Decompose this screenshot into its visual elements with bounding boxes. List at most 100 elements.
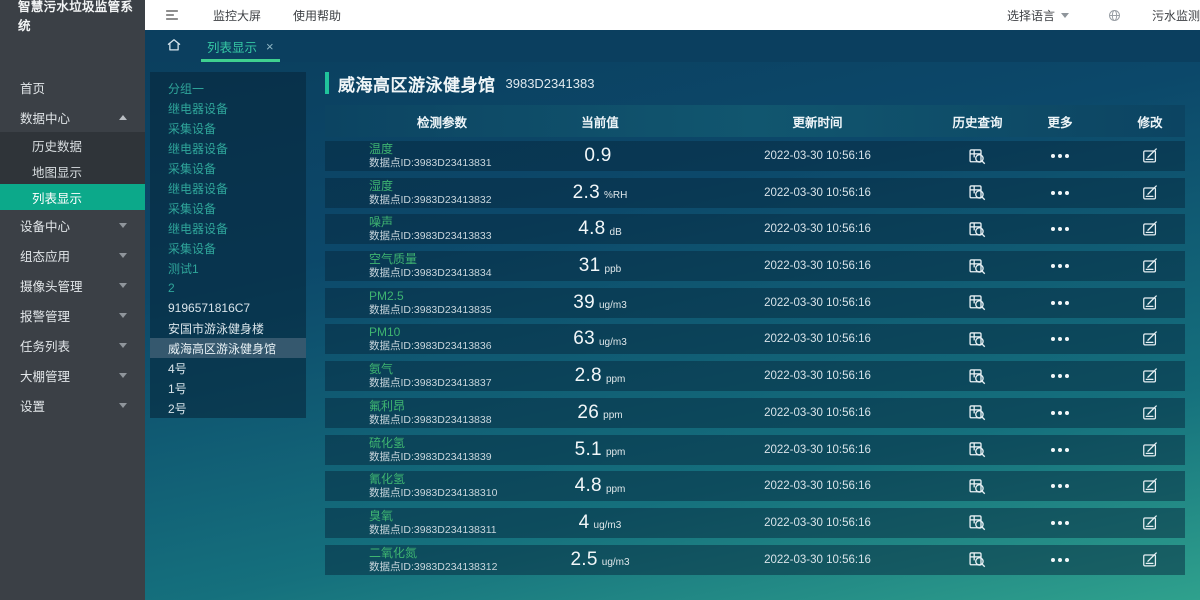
more-button[interactable] (1049, 519, 1071, 527)
collapse-menu-icon[interactable] (163, 7, 181, 23)
device-list-item[interactable]: 采集设备 (150, 238, 306, 258)
sidebar-subitem[interactable]: 历史数据 (0, 132, 145, 158)
history-query-button[interactable] (965, 217, 990, 242)
edit-button[interactable] (1138, 254, 1162, 278)
device-list-item[interactable]: 采集设备 (150, 198, 306, 218)
more-button[interactable] (1049, 482, 1071, 490)
sidebar-subitem[interactable]: 地图显示 (0, 158, 145, 184)
edit-button[interactable] (1138, 548, 1162, 572)
user-account-label[interactable]: 污水监测 (1152, 7, 1200, 24)
history-search-icon (967, 146, 988, 167)
history-query-button[interactable] (965, 180, 990, 205)
more-button[interactable] (1049, 335, 1071, 343)
edit-button[interactable] (1138, 364, 1162, 388)
device-list-item[interactable]: 采集设备 (150, 118, 306, 138)
history-query-button[interactable] (965, 400, 990, 425)
more-button[interactable] (1049, 262, 1071, 270)
current-value: 2.3 %RH (515, 178, 685, 208)
edit-icon (1140, 403, 1160, 423)
history-query-button[interactable] (965, 364, 990, 389)
edit-button[interactable] (1138, 144, 1162, 168)
edit-icon (1140, 513, 1160, 533)
device-list-item[interactable]: 9196571816C7 (150, 298, 306, 318)
column-header-parameter: 检测参数 (325, 105, 515, 137)
sidebar-item[interactable]: 设置 (0, 390, 145, 420)
more-button[interactable] (1049, 225, 1071, 233)
device-list-item[interactable]: 4号 (150, 358, 306, 378)
edit-button[interactable] (1138, 327, 1162, 351)
more-button[interactable] (1049, 446, 1071, 454)
station-code: 3983D2341383 (506, 76, 595, 91)
device-list-item[interactable]: 继电器设备 (150, 98, 306, 118)
edit-button[interactable] (1138, 291, 1162, 315)
param-name: 臭氧 (369, 510, 393, 523)
more-button[interactable] (1049, 409, 1071, 417)
device-list-item[interactable]: 采集设备 (150, 158, 306, 178)
history-query-button[interactable] (965, 254, 990, 279)
table-row: 臭氧 数据点ID:3983D234138311 4 ug/m3 2022-03-… (325, 508, 1185, 538)
device-list-item[interactable]: 2号 (150, 398, 306, 418)
home-icon[interactable] (165, 36, 183, 54)
more-button[interactable] (1049, 299, 1071, 307)
device-list-item[interactable]: 继电器设备 (150, 218, 306, 238)
device-list-item[interactable]: 1号 (150, 378, 306, 398)
table-row: 二氧化氮 数据点ID:3983D234138312 2.5 ug/m3 2022… (325, 545, 1185, 575)
device-list-item[interactable]: 继电器设备 (150, 138, 306, 158)
history-query-button[interactable] (965, 144, 990, 169)
edit-button[interactable] (1138, 401, 1162, 425)
more-button[interactable] (1049, 189, 1071, 197)
edit-button[interactable] (1138, 217, 1162, 241)
device-list-item[interactable]: 测试1 (150, 258, 306, 278)
history-query-button[interactable] (965, 474, 990, 499)
edit-button[interactable] (1138, 511, 1162, 535)
sidebar-item[interactable]: 报警管理 (0, 300, 145, 330)
table-row: PM2.5 数据点ID:3983D23413835 39 ug/m3 2022-… (325, 288, 1185, 318)
sidebar-item[interactable]: 设备中心 (0, 210, 145, 240)
column-header-modify: 修改 (1115, 105, 1185, 137)
sidebar-item[interactable]: 首页 (0, 72, 145, 102)
device-list-item[interactable]: 分组一 (150, 78, 306, 98)
more-button[interactable] (1049, 556, 1071, 564)
sidebar-item[interactable]: 任务列表 (0, 330, 145, 360)
more-button[interactable] (1049, 152, 1071, 160)
edit-button[interactable] (1138, 474, 1162, 498)
topbar-link-help[interactable]: 使用帮助 (293, 7, 341, 24)
value-unit: ug/m3 (599, 337, 627, 348)
edit-button[interactable] (1138, 438, 1162, 462)
history-query-button[interactable] (965, 437, 990, 462)
param-name: 氟利昂 (369, 400, 405, 413)
history-query-button[interactable] (965, 510, 990, 535)
current-value: 4.8 dB (515, 214, 685, 244)
history-query-button[interactable] (965, 547, 990, 572)
device-list-item[interactable]: 安国市游泳健身楼 (150, 318, 306, 338)
param-name: 空气质量 (369, 253, 417, 266)
tab-list-display[interactable]: 列表显示 × (193, 30, 288, 62)
sidebar-item[interactable]: 大棚管理 (0, 360, 145, 390)
sidebar-item-label: 任务列表 (20, 336, 119, 355)
param-point-id: 数据点ID:3983D23413837 (369, 377, 492, 389)
history-query-button[interactable] (965, 327, 990, 352)
value-unit: ppm (606, 374, 625, 385)
history-query-button[interactable] (965, 290, 990, 315)
sidebar-item[interactable]: 数据中心 (0, 102, 145, 132)
history-search-icon (967, 256, 988, 277)
globe-icon[interactable] (1107, 8, 1122, 23)
more-dots-icon (1051, 301, 1069, 305)
more-button[interactable] (1049, 372, 1071, 380)
close-icon[interactable]: × (266, 40, 274, 53)
edit-button[interactable] (1138, 181, 1162, 205)
device-list-item[interactable]: 继电器设备 (150, 178, 306, 198)
device-group-panel: 分组一继电器设备采集设备继电器设备采集设备继电器设备采集设备继电器设备采集设备测… (150, 72, 306, 418)
device-list-item[interactable]: 威海高区游泳健身馆 (150, 338, 306, 358)
update-time: 2022-03-30 10:56:16 (685, 251, 950, 281)
topbar-link-monitor-screen[interactable]: 监控大屏 (213, 7, 261, 24)
sidebar-item[interactable]: 组态应用 (0, 240, 145, 270)
language-selector[interactable]: 选择语言 (1007, 7, 1069, 24)
more-dots-icon (1051, 558, 1069, 562)
history-search-icon (967, 512, 988, 533)
param-point-id: 数据点ID:3983D23413838 (369, 414, 492, 426)
sidebar-item[interactable]: 摄像头管理 (0, 270, 145, 300)
chevron-down-icon (119, 403, 127, 408)
sidebar-subitem[interactable]: 列表显示 (0, 184, 145, 210)
device-list-item[interactable]: 2 (150, 278, 306, 298)
